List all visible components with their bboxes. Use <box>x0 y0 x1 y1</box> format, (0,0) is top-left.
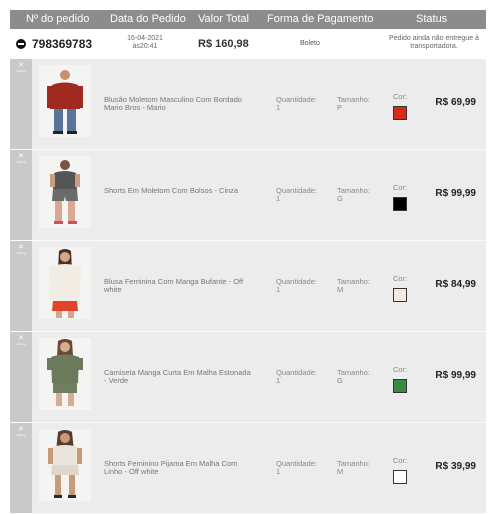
product-name[interactable]: Shorts Em Moletom Com Bolsos - Cinza <box>104 187 254 195</box>
order-date: 16-04-2021 às20:41 <box>122 35 168 51</box>
header-order-number: Nº do pedido <box>26 13 90 25</box>
color-swatch <box>393 470 407 484</box>
hering-logo-icon: ✕ Hering <box>13 153 29 172</box>
table-header: Nº do pedido Data do Pedido Valor Total … <box>10 10 486 29</box>
color-swatch <box>393 106 407 120</box>
size-block: Tamanho: M <box>337 460 370 476</box>
order-item: ✕ Hering Blusão Moletom Masculino Com Bo… <box>10 59 486 150</box>
store-logo-text: Hering <box>16 69 26 73</box>
product-price: R$ 39,99 <box>435 461 476 472</box>
size-value: G <box>337 194 343 203</box>
color-label: Cor: <box>393 92 408 101</box>
size-block: Tamanho: M <box>337 278 370 294</box>
product-image[interactable] <box>39 65 91 137</box>
quantity-label: Quantidade: <box>276 277 317 286</box>
quantity-block: Quantidade: 1 <box>276 187 317 203</box>
order-number[interactable]: 798369783 <box>32 37 92 51</box>
quantity-value: 1 <box>276 103 281 112</box>
store-logo-text: Hering <box>16 160 26 164</box>
quantity-label: Quantidade: <box>276 459 317 468</box>
color-block: Cor: <box>393 184 407 211</box>
quantity-value: 1 <box>276 194 281 203</box>
quantity-block: Quantidade: 1 <box>276 96 317 112</box>
quantity-value: 1 <box>276 285 281 294</box>
color-block: Cor: <box>393 275 407 302</box>
header-order-date: Data do Pedido <box>110 13 186 25</box>
size-value: M <box>337 285 344 294</box>
product-name[interactable]: Camiseta Manga Curta Em Malha Estonada -… <box>104 369 254 385</box>
order-item: ✕ Hering Camiseta Manga Curta Em Malha E… <box>10 332 486 423</box>
size-value: G <box>337 376 343 385</box>
hering-logo-icon: ✕ Hering <box>13 62 29 81</box>
color-label: Cor: <box>393 456 408 465</box>
product-price: R$ 99,99 <box>435 188 476 199</box>
order-payment-method: Boleto <box>300 40 320 47</box>
collapse-icon[interactable] <box>16 39 26 49</box>
product-image[interactable] <box>39 429 91 501</box>
store-logo-text: Hering <box>16 433 26 437</box>
product-image[interactable] <box>39 247 91 319</box>
order-item: ✕ Hering Shorts Em Moletom Com Bolsos - … <box>10 150 486 241</box>
order-summary-row: 798369783 16-04-2021 às20:41 R$ 160,98 B… <box>10 29 486 59</box>
item-stripe: ✕ Hering <box>10 423 32 513</box>
quantity-block: Quantidade: 1 <box>276 278 317 294</box>
quantity-label: Quantidade: <box>276 368 317 377</box>
header-status: Status <box>416 13 448 25</box>
color-label: Cor: <box>393 274 408 283</box>
product-price: R$ 84,99 <box>435 279 476 290</box>
item-stripe: ✕ Hering <box>10 241 32 331</box>
product-name[interactable]: Shorts Feminino Pijama Em Malha Com Linh… <box>104 460 254 476</box>
color-swatch <box>393 288 407 302</box>
color-block: Cor: <box>393 457 407 484</box>
quantity-value: 1 <box>276 376 281 385</box>
order-status: Pedido ainda não entregue à transportado… <box>389 35 479 50</box>
size-block: Tamanho: G <box>337 187 370 203</box>
hering-logo-icon: ✕ Hering <box>13 426 29 445</box>
product-name[interactable]: Blusa Feminina Com Manga Bufante - Off w… <box>104 278 254 294</box>
color-swatch <box>393 379 407 393</box>
hering-logo-icon: ✕ Hering <box>13 244 29 263</box>
item-stripe: ✕ Hering <box>10 59 32 149</box>
product-image[interactable] <box>39 156 91 228</box>
order-item: ✕ Hering Blusa Feminina Com Manga Bufant… <box>10 241 486 332</box>
product-image[interactable] <box>39 338 91 410</box>
order-date-value: 16-04-2021 <box>127 35 163 42</box>
order-item: ✕ Hering Shorts Feminino Pijama Em Malha… <box>10 423 486 514</box>
quantity-label: Quantidade: <box>276 186 317 195</box>
size-block: Tamanho: P <box>337 96 370 112</box>
color-swatch <box>393 197 407 211</box>
quantity-block: Quantidade: 1 <box>276 460 317 476</box>
product-price: R$ 69,99 <box>435 97 476 108</box>
header-payment-method: Forma de Pagamento <box>267 13 374 25</box>
product-name[interactable]: Blusão Moletom Masculino Com Bordado Mar… <box>104 96 254 112</box>
item-stripe: ✕ Hering <box>10 150 32 240</box>
order-total: R$ 160,98 <box>198 38 249 50</box>
color-block: Cor: <box>393 93 407 120</box>
color-label: Cor: <box>393 183 408 192</box>
size-value: M <box>337 467 344 476</box>
color-label: Cor: <box>393 365 408 374</box>
hering-logo-icon: ✕ Hering <box>13 335 29 354</box>
item-stripe: ✕ Hering <box>10 332 32 422</box>
order-items-list: ✕ Hering Blusão Moletom Masculino Com Bo… <box>10 59 486 514</box>
order-time-value: às20:41 <box>132 43 158 50</box>
size-block: Tamanho: G <box>337 369 370 385</box>
product-price: R$ 99,99 <box>435 370 476 381</box>
color-block: Cor: <box>393 366 407 393</box>
header-total-value: Valor Total <box>198 13 249 25</box>
store-logo-text: Hering <box>16 251 26 255</box>
quantity-label: Quantidade: <box>276 95 317 104</box>
quantity-block: Quantidade: 1 <box>276 369 317 385</box>
size-value: P <box>337 103 343 112</box>
quantity-value: 1 <box>276 467 281 476</box>
store-logo-text: Hering <box>16 342 26 346</box>
